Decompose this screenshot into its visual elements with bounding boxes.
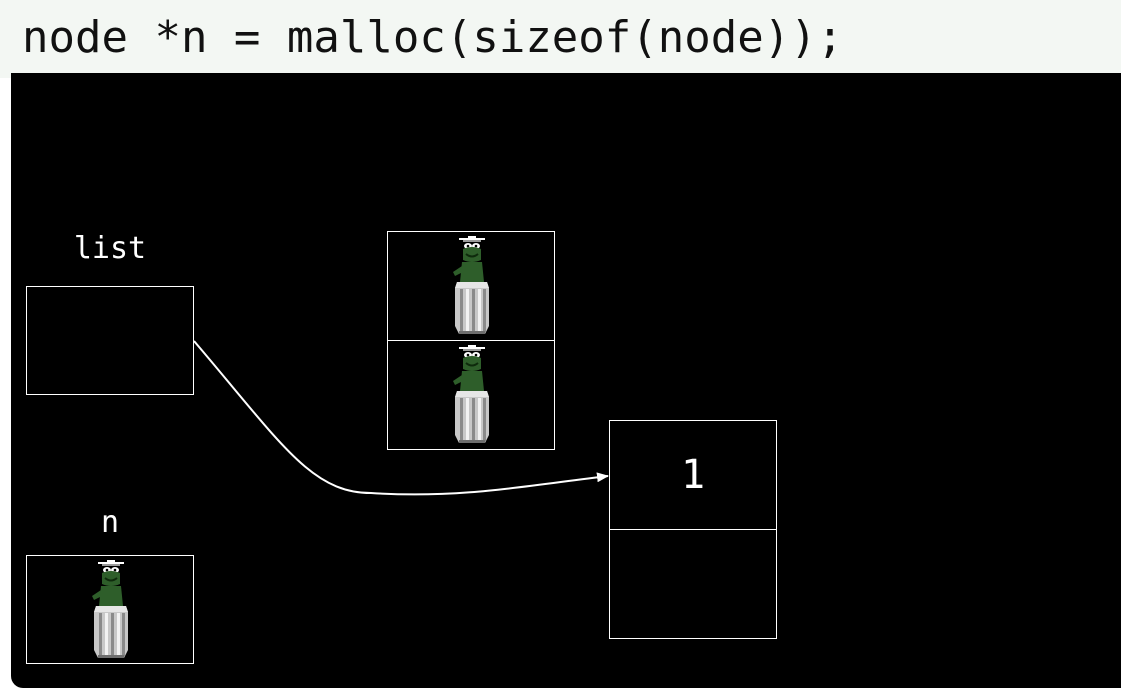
code-bar: node *n = malloc(sizeof(node)); [0,0,1121,78]
list-to-node-arrow [193,340,609,496]
code-line: node *n = malloc(sizeof(node)); [22,12,844,63]
diagram-canvas: list n 1 [11,73,1121,688]
